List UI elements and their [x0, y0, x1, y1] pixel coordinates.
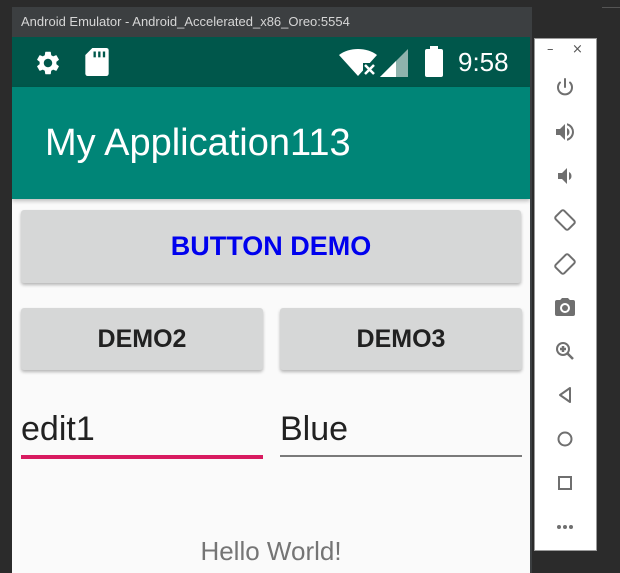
- edit1-underline: [21, 455, 263, 459]
- demo3-button[interactable]: DEMO3: [280, 308, 522, 370]
- device-screen: 9:58 My Application113 BUTTON DEMO DEMO2…: [12, 37, 530, 573]
- battery-icon: [425, 46, 443, 77]
- power-icon[interactable]: [553, 76, 577, 100]
- host-background: [598, 0, 620, 573]
- minimize-button[interactable]: –: [547, 42, 554, 58]
- emulator-window: Android Emulator - Android_Accelerated_x…: [12, 7, 532, 573]
- close-button[interactable]: ×: [572, 42, 583, 58]
- app-title: My Application113: [45, 122, 351, 164]
- volume-up-icon[interactable]: [553, 120, 577, 144]
- edit2-field[interactable]: Blue: [280, 409, 522, 457]
- sd-card-icon: [85, 48, 109, 76]
- volume-down-icon[interactable]: [553, 164, 577, 188]
- edit2-value: Blue: [280, 410, 349, 448]
- back-icon[interactable]: [553, 383, 577, 407]
- demo2-button[interactable]: DEMO2: [21, 308, 263, 370]
- status-time: 9:58: [458, 47, 509, 77]
- rotate-right-icon[interactable]: [553, 252, 577, 276]
- emulator-toolbar: – ×: [534, 38, 597, 551]
- signal-icon: [380, 49, 408, 77]
- edit1-value: edit1: [21, 410, 95, 448]
- app-bar: My Application113: [12, 87, 530, 199]
- edit2-underline: [280, 455, 522, 457]
- overview-icon[interactable]: [553, 471, 577, 495]
- wifi-off-icon: [339, 49, 377, 77]
- settings-icon: [37, 51, 59, 75]
- camera-icon[interactable]: [553, 295, 577, 319]
- edit1-field[interactable]: edit1: [21, 409, 263, 459]
- status-bar: 9:58: [12, 37, 530, 87]
- home-icon[interactable]: [553, 427, 577, 451]
- zoom-icon[interactable]: [553, 339, 577, 363]
- host-divider: [602, 7, 620, 8]
- window-title: Android Emulator - Android_Accelerated_x…: [12, 7, 532, 37]
- more-icon[interactable]: [553, 515, 577, 539]
- button-demo-button[interactable]: BUTTON DEMO: [21, 210, 521, 283]
- hello-world-text: Hello World!: [200, 536, 342, 566]
- rotate-left-icon[interactable]: [553, 208, 577, 232]
